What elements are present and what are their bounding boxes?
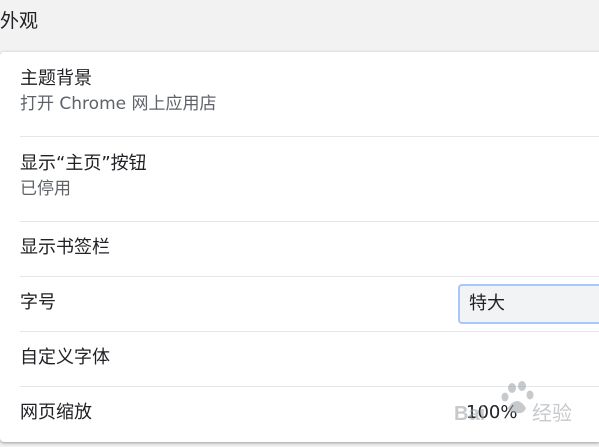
theme-sublabel: 打开 Chrome 网上应用店 <box>20 94 217 114</box>
font-size-select[interactable]: 特大 <box>458 284 599 324</box>
home-button-setting-row[interactable]: 显示“主页”按钮 已停用 <box>0 137 599 221</box>
custom-fonts-setting-row[interactable]: 自定义字体 <box>0 332 599 386</box>
section-title: 外观 <box>0 10 39 32</box>
theme-setting-row[interactable]: 主题背景 打开 Chrome 网上应用店 <box>0 52 599 136</box>
svg-text:经验: 经验 <box>532 401 572 425</box>
theme-label: 主题背景 <box>20 68 92 89</box>
baidu-jingyan-watermark-icon: Bai 经验 <box>454 381 572 425</box>
svg-text:Bai: Bai <box>454 403 485 425</box>
bookmarks-bar-setting-row[interactable]: 显示书签栏 <box>0 222 599 276</box>
home-button-status: 已停用 <box>20 179 71 199</box>
home-button-label: 显示“主页”按钮 <box>20 153 147 174</box>
font-size-setting-row: 字号 特大 <box>0 277 599 331</box>
bookmarks-bar-label: 显示书签栏 <box>20 237 110 258</box>
custom-fonts-label: 自定义字体 <box>20 347 110 368</box>
